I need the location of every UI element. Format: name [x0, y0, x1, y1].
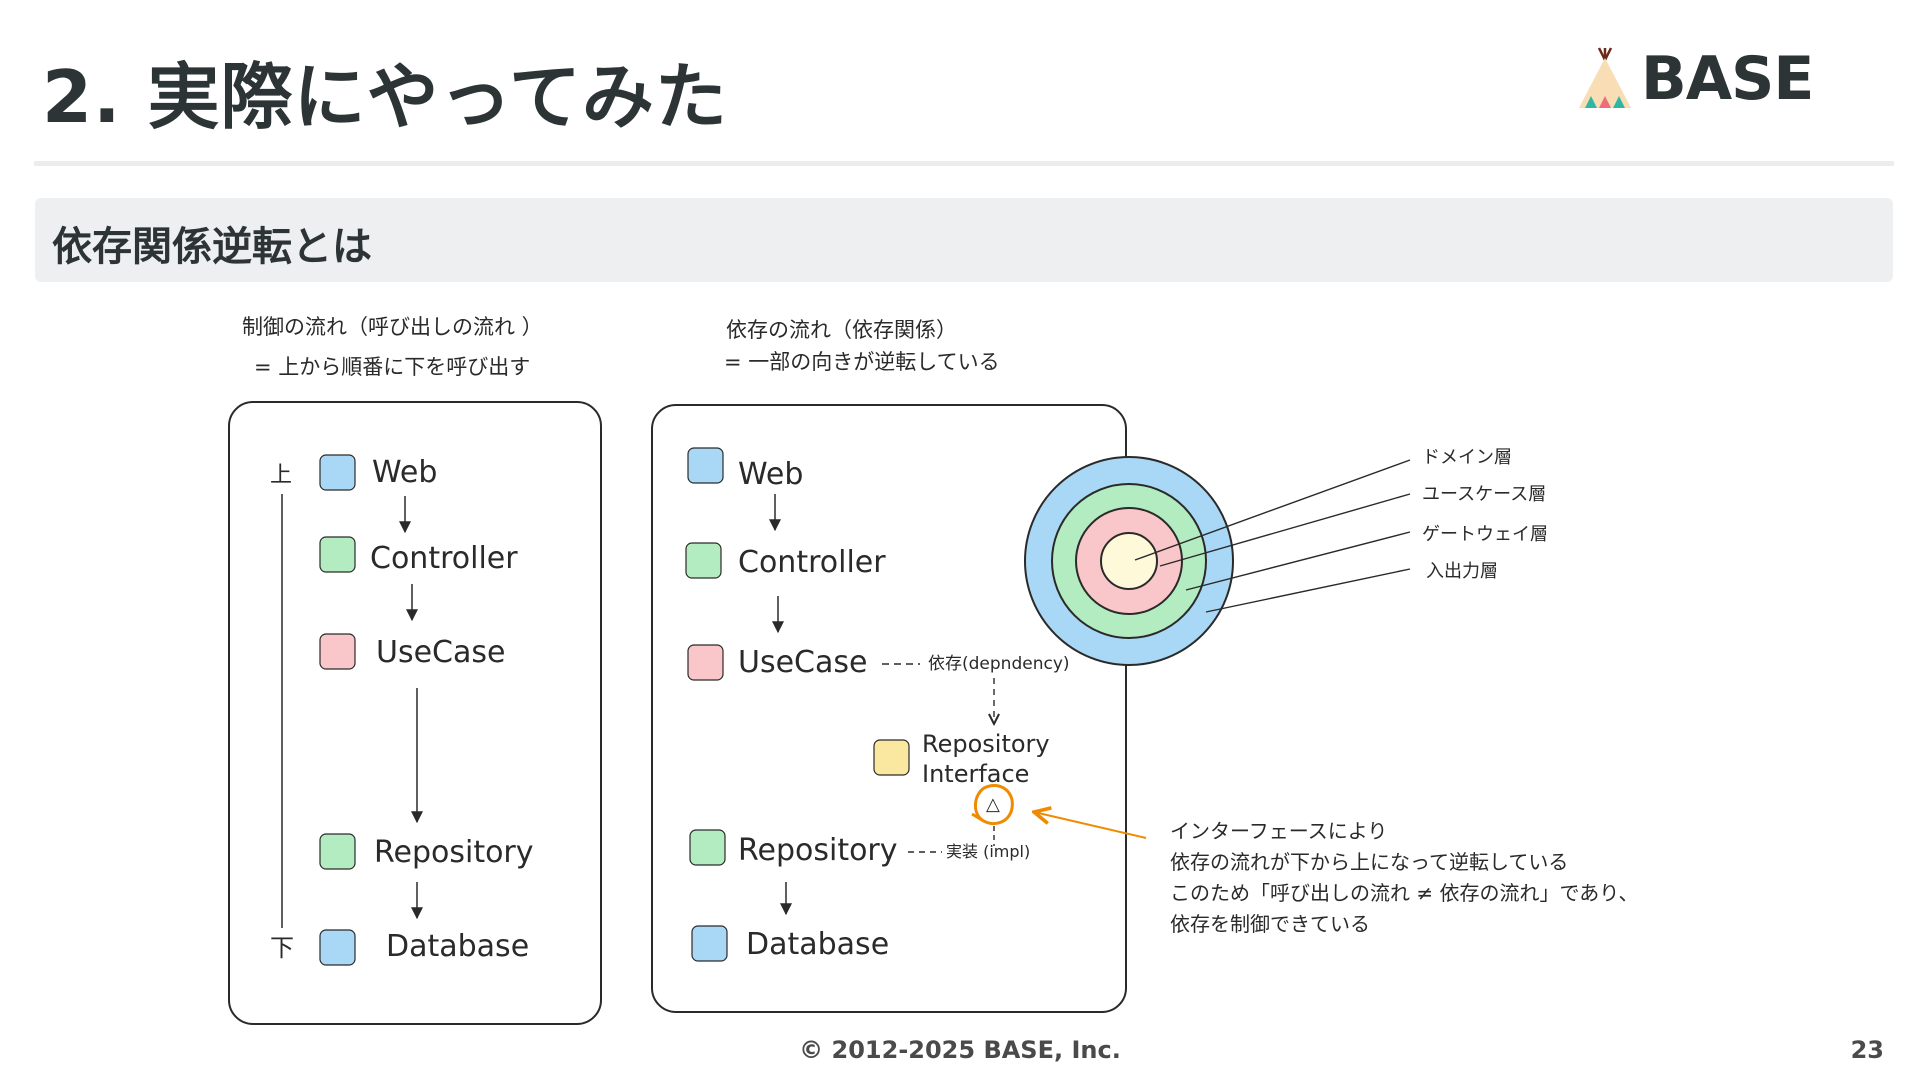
- usecase-box: [319, 633, 356, 670]
- dependency-flow-diagram: 依存の流れ（依存関係） = 一部の向きが逆転している Web Controlle…: [651, 318, 1127, 1013]
- web-box: [687, 447, 724, 484]
- gateway-layer-label: ゲートウェイ層: [1422, 524, 1548, 545]
- middle-caption-line2: = 一部の向きが逆転している: [724, 350, 1000, 374]
- web-box: [319, 454, 356, 491]
- repository-box: [689, 829, 726, 866]
- usecase-box: [687, 644, 724, 681]
- usecase-label: UseCase: [376, 635, 505, 670]
- controller-box: [685, 542, 722, 579]
- left-caption-line1: 制御の流れ（呼び出しの流れ ）: [242, 315, 543, 339]
- explanation-note: インターフェースにより 依存の流れが下から上になって逆転している このため「呼び…: [1170, 819, 1638, 936]
- interface-box: [873, 739, 910, 776]
- note-line4: 依存を制御できている: [1170, 912, 1370, 936]
- controller-label: Controller: [738, 545, 886, 580]
- page-number: 23: [1850, 1036, 1884, 1064]
- note-line2: 依存の流れが下から上になって逆転している: [1170, 850, 1568, 874]
- repository-box: [319, 833, 356, 870]
- controller-box: [319, 536, 356, 573]
- inheritance-triangle: △: [986, 794, 1000, 815]
- io-leader: [1205, 568, 1411, 613]
- database-box: [691, 925, 728, 962]
- control-flow-diagram: 制御の流れ（呼び出しの流れ ） = 上から順番に下を呼び出す 上 下 Web C…: [228, 315, 602, 1025]
- top-label: 上: [270, 463, 292, 488]
- database-label: Database: [746, 927, 889, 962]
- domain-layer-circle: [1100, 532, 1158, 590]
- impl-label: 実装 (impl): [946, 842, 1030, 861]
- repository-label: Repository: [738, 833, 898, 868]
- bottom-label: 下: [270, 934, 294, 962]
- annotation-arrow: [1034, 812, 1147, 839]
- usecase-layer-label: ユースケース層: [1422, 484, 1546, 505]
- interface-label-line1: Repository: [922, 730, 1050, 758]
- repository-label: Repository: [374, 835, 534, 870]
- middle-caption-line1: 依存の流れ（依存関係）: [726, 318, 957, 342]
- database-label: Database: [386, 929, 529, 964]
- database-box: [319, 929, 356, 966]
- footer-copyright: © 2012-2025 BASE, Inc.: [799, 1036, 1121, 1064]
- interface-label-line2: Interface: [922, 760, 1029, 788]
- clean-architecture-circles: ドメイン層 ユースケース層 ゲートウェイ層 入出力層: [1024, 447, 1548, 666]
- usecase-label: UseCase: [738, 645, 867, 680]
- web-label: Web: [738, 457, 803, 492]
- controller-label: Controller: [370, 541, 518, 576]
- domain-layer-label: ドメイン層: [1422, 447, 1512, 468]
- web-label: Web: [372, 455, 437, 490]
- note-line3: このため「呼び出しの流れ ≠ 依存の流れ」であり、: [1170, 881, 1638, 905]
- dependency-inversion-diagram: 制御の流れ（呼び出しの流れ ） = 上から順番に下を呼び出す 上 下 Web C…: [228, 315, 1638, 1025]
- note-line1: インターフェースにより: [1170, 819, 1387, 843]
- dependency-label: 依存(depndency): [928, 654, 1070, 674]
- left-caption-line2: = 上から順番に下を呼び出す: [254, 355, 530, 379]
- io-layer-label: 入出力層: [1426, 561, 1498, 582]
